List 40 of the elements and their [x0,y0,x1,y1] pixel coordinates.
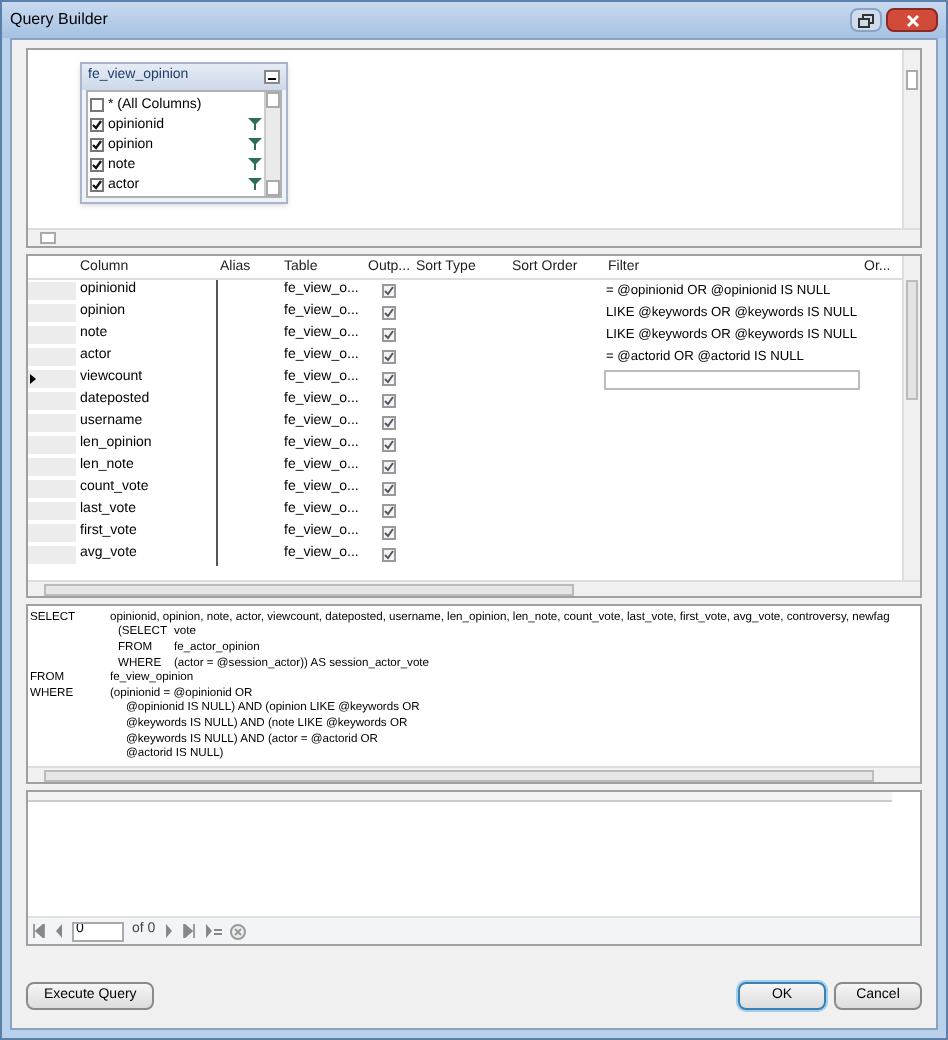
checkbox[interactable] [90,137,104,151]
checkbox[interactable] [90,117,104,131]
checkbox[interactable] [381,482,395,496]
scrollbar[interactable] [902,50,920,228]
checkbox[interactable] [381,504,395,518]
checkbox[interactable] [381,328,395,342]
first-record-icon[interactable] [32,924,46,938]
checkbox[interactable] [381,350,395,364]
checkbox[interactable] [381,394,395,408]
filter-input-field[interactable] [604,369,860,389]
scrollbar[interactable] [28,228,920,246]
scrollbar[interactable] [28,580,920,596]
previous-record-icon[interactable] [54,924,64,938]
checkbox[interactable] [381,306,395,320]
restore-button[interactable] [850,8,882,32]
checkbox[interactable] [90,157,104,171]
checkbox[interactable] [90,177,104,191]
checkbox[interactable] [381,526,395,540]
sql-pane[interactable] [26,604,922,784]
window-title: Query Builder [10,8,108,32]
checkbox[interactable] [381,460,395,474]
checkbox[interactable] [381,548,395,562]
new-record-icon[interactable] [203,924,222,938]
current-row-icon [30,373,36,383]
last-record-icon[interactable] [181,924,196,938]
checkbox[interactable] [90,97,104,111]
checkbox[interactable] [381,416,395,430]
next-record-icon[interactable] [163,924,174,938]
checkbox[interactable] [381,438,395,452]
scrollbar[interactable] [264,92,280,196]
checkbox[interactable] [381,284,395,298]
restore-icon [858,13,874,27]
minimize-button[interactable] [264,70,280,84]
close-button[interactable] [886,8,938,32]
delete-record-icon[interactable] [229,923,246,939]
scrollbar[interactable] [28,766,920,782]
checkbox[interactable] [381,372,395,386]
close-icon [905,13,919,27]
row-selector[interactable] [28,369,76,389]
scrollbar[interactable] [902,256,920,580]
